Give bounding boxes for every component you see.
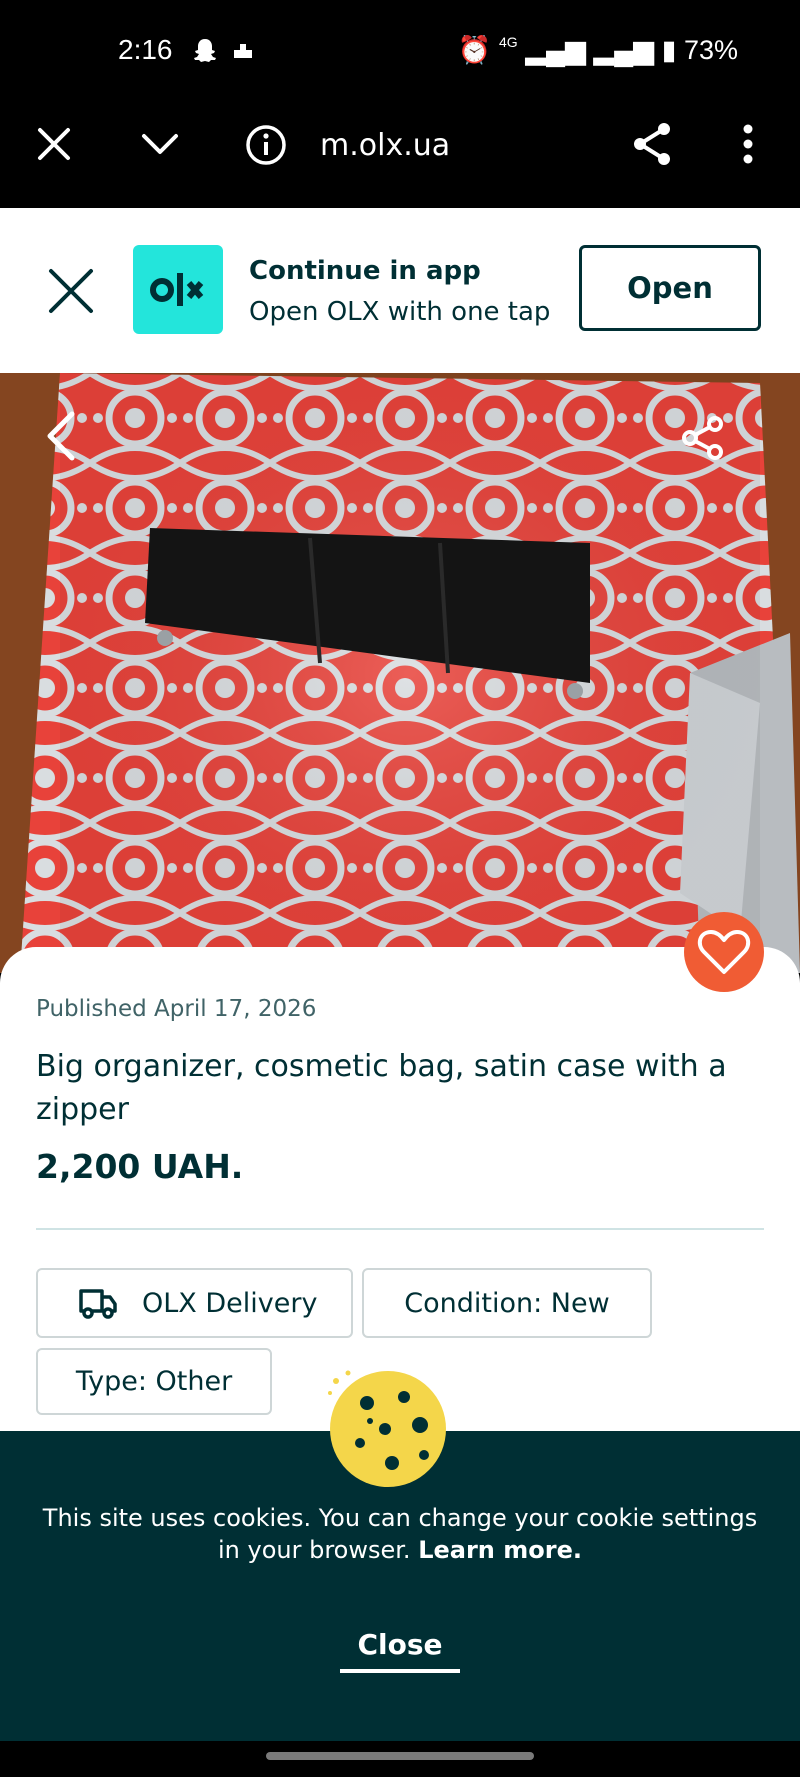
dismiss-banner-icon[interactable]: [48, 268, 94, 314]
url-text[interactable]: m.olx.ua: [320, 128, 450, 163]
network-type: 4G: [499, 34, 518, 50]
snapchat-icon: [194, 39, 216, 62]
status-time: 2:16: [118, 34, 173, 65]
published-date: Published April 17, 2026: [36, 996, 317, 1022]
open-app-button[interactable]: Open: [579, 245, 761, 331]
signal-icon: ▂▄▆: [525, 35, 586, 65]
product-photo[interactable]: [0, 373, 800, 973]
learn-more-link[interactable]: Learn more.: [418, 1536, 582, 1564]
ad-title: Big organizer, cosmetic bag, satin case …: [36, 1049, 727, 1127]
close-icon[interactable]: [36, 126, 72, 162]
more-options-icon[interactable]: [740, 123, 756, 165]
tag-olx-delivery[interactable]: OLX Delivery: [36, 1268, 353, 1338]
tag-condition[interactable]: Condition: New: [362, 1268, 652, 1338]
heart-icon: [697, 930, 751, 974]
share-icon[interactable]: [630, 121, 674, 167]
tag-type[interactable]: Type: Other: [36, 1348, 272, 1415]
olx-logo: [133, 245, 223, 334]
banner-subtitle: Open OLX with one tap: [249, 297, 551, 327]
cookie-close-button[interactable]: Close: [340, 1628, 460, 1673]
banner-title: Continue in app: [249, 256, 481, 286]
signal-icon-2: ▂▄▆: [593, 35, 655, 65]
favorite-button[interactable]: [684, 912, 764, 992]
notification-icon: [234, 44, 252, 58]
gesture-handle[interactable]: [266, 1752, 534, 1760]
tag-label: Condition: New: [404, 1287, 610, 1319]
chevron-down-icon[interactable]: [140, 128, 180, 158]
ad-price: 2,200 UAH.: [36, 1147, 244, 1186]
cookie-icon: [328, 1370, 446, 1487]
site-info-icon[interactable]: [245, 124, 287, 166]
photo-share-icon[interactable]: [680, 415, 726, 461]
back-arrow-icon[interactable]: [44, 410, 78, 462]
cookie-message: This site uses cookies. You can change y…: [40, 1502, 760, 1566]
tag-label: OLX Delivery: [142, 1287, 318, 1319]
tag-label: Type: Other: [75, 1366, 233, 1397]
alarm-icon: ⏰: [457, 35, 492, 65]
divider: [36, 1228, 764, 1230]
status-indicators: ⏰ 4G ▂▄▆ ▂▄▆ ▮ 73%: [458, 34, 738, 66]
cookie-text: This site uses cookies. You can change y…: [42, 1504, 758, 1564]
delivery-truck-icon: [79, 1289, 117, 1319]
battery-level: 73%: [683, 35, 738, 65]
battery-icon: ▮: [661, 35, 677, 65]
